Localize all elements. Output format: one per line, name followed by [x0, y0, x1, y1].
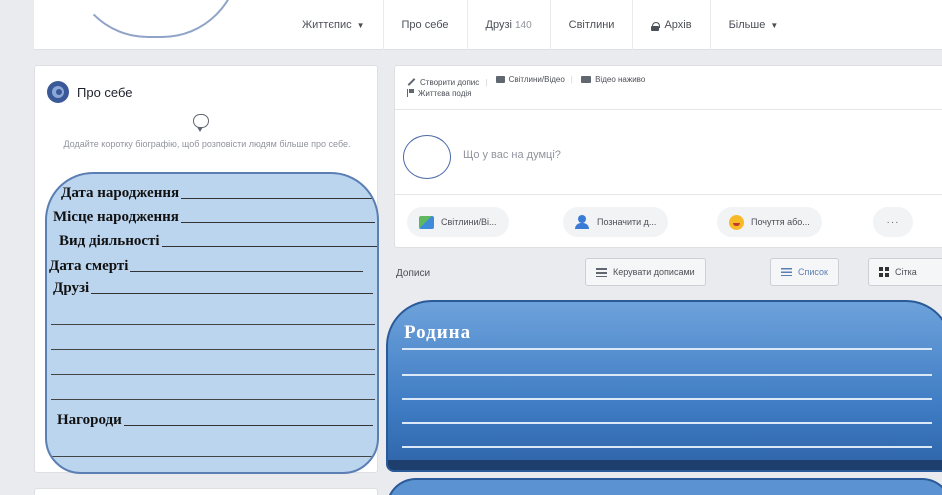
posts-heading: Дописи — [396, 268, 431, 279]
bio-field-label: Місце народження — [53, 209, 179, 225]
list-icon — [781, 268, 792, 276]
next-panel — [386, 478, 942, 495]
intro-hint: Додайте коротку біографію, щоб розповіст… — [63, 139, 351, 149]
manage-posts-button[interactable]: Керувати дописами — [585, 258, 706, 286]
blank-line — [402, 374, 932, 376]
blank-line — [51, 374, 375, 375]
composer-tabs: Створити допис | Світлини/Відео | Відео на… — [407, 74, 942, 100]
manage-icon — [596, 267, 607, 277]
tab-friends[interactable]: Друзі 140 — [466, 0, 550, 50]
blank-line — [402, 398, 932, 400]
divider — [395, 194, 942, 195]
bio-field-label: Дата народження — [61, 185, 180, 201]
video-camera-icon — [581, 76, 592, 83]
bio-form-panel: Дата народження Місце народження Вид дія… — [45, 172, 379, 474]
speech-bubble-icon[interactable] — [193, 114, 209, 132]
feeling-button-label: Почуття або... — [751, 217, 810, 227]
composer-input[interactable]: Що у вас на думці? — [463, 149, 561, 161]
profile-header: Життєпис ▼ Про себе Друзі 140 Світлини А… — [34, 0, 942, 50]
blank-line — [51, 399, 375, 400]
live-video-label: Відео наживо — [595, 75, 646, 84]
intro-title: Про себе — [77, 84, 133, 100]
lock-icon — [651, 21, 661, 31]
globe-icon — [47, 81, 69, 103]
create-post-tab[interactable]: Створити допис | — [407, 77, 487, 88]
blank-line — [402, 348, 932, 350]
life-event-label: Життєва подія — [418, 88, 472, 98]
tab-friends-label: Друзі — [485, 19, 512, 31]
blank-line — [51, 324, 375, 325]
photo-video-label: Світлини/Відео — [508, 75, 565, 84]
bio-field-label: Друзі — [53, 280, 90, 296]
blank-line — [402, 422, 932, 424]
blank-line — [402, 446, 932, 448]
more-button[interactable]: ··· — [873, 207, 913, 237]
chevron-down-icon: ▼ — [770, 20, 779, 30]
feeling-button[interactable]: Почуття або... — [717, 207, 822, 237]
bio-field-awards: Нагороди — [57, 407, 373, 431]
tag-people-icon — [575, 215, 590, 229]
bio-field-occupation: Вид діяльності — [59, 228, 377, 252]
tab-timeline-label: Життєпис — [302, 19, 352, 31]
tag-friends-button-label: Позначити д... — [597, 217, 657, 227]
flag-icon — [407, 89, 414, 97]
bio-field-label: Вид діяльності — [59, 233, 160, 249]
photo-video-button[interactable]: Світлини/Ві... — [407, 207, 509, 237]
tag-friends-button[interactable]: Позначити д... — [563, 207, 669, 237]
bio-field-birth-date: Дата народження — [61, 180, 373, 204]
divider — [395, 109, 942, 110]
profile-picture-edge — [70, 0, 240, 38]
live-video-tab[interactable]: Відео наживо — [581, 74, 645, 85]
profile-nav: Життєпис ▼ Про себе Друзі 140 Світлини А… — [284, 0, 796, 50]
grid-view-label: Сітка — [895, 267, 917, 277]
family-title: Родина — [404, 322, 472, 343]
emoji-icon — [729, 214, 744, 230]
bio-field-friends: Друзі — [53, 275, 373, 299]
photo-video-tab[interactable]: Світлини/Відео | — [495, 74, 573, 85]
tab-photos-label: Світлини — [568, 19, 615, 31]
friends-count: 140 — [514, 19, 532, 31]
bio-field-death-date: Дата смерті — [49, 253, 363, 277]
panel-footer — [388, 460, 942, 470]
photo-video-button-label: Світлини/Ві... — [441, 217, 497, 227]
intro-card: Про себе Додайте коротку біографію, щоб … — [34, 65, 379, 474]
intro-header: Про себе — [47, 81, 133, 103]
tab-photos[interactable]: Світлини — [549, 0, 633, 50]
blank-line — [51, 349, 375, 350]
family-panel: Родина — [386, 300, 942, 472]
bio-field-label: Нагороди — [57, 412, 122, 428]
blank-line — [51, 456, 375, 457]
bio-field-birth-place: Місце народження — [53, 204, 375, 228]
tab-more[interactable]: Більше ▼ — [709, 0, 797, 50]
life-event-tab[interactable]: Життєва подія — [407, 88, 471, 99]
list-view-label: Список — [798, 267, 828, 277]
manage-posts-label: Керувати дописами — [613, 267, 695, 277]
grid-view-button[interactable]: Сітка — [868, 258, 942, 286]
photo-icon — [419, 215, 434, 229]
tab-archive[interactable]: Архів — [632, 0, 709, 50]
tab-about[interactable]: Про себе — [382, 0, 467, 50]
avatar[interactable] — [403, 135, 451, 179]
post-composer: Створити допис | Світлини/Відео | Відео на… — [394, 65, 942, 248]
create-post-label: Створити допис — [420, 77, 480, 87]
tab-archive-label: Архів — [664, 19, 692, 31]
tab-more-label: Більше — [728, 19, 766, 31]
chevron-down-icon: ▼ — [356, 20, 365, 30]
list-view-button[interactable]: Список — [770, 258, 839, 286]
grid-icon — [879, 267, 889, 277]
tab-timeline[interactable]: Життєпис ▼ — [284, 0, 383, 50]
next-left-card — [34, 488, 378, 495]
camera-icon — [495, 76, 505, 83]
tab-about-label: Про себе — [401, 19, 449, 31]
pencil-icon — [407, 78, 416, 86]
